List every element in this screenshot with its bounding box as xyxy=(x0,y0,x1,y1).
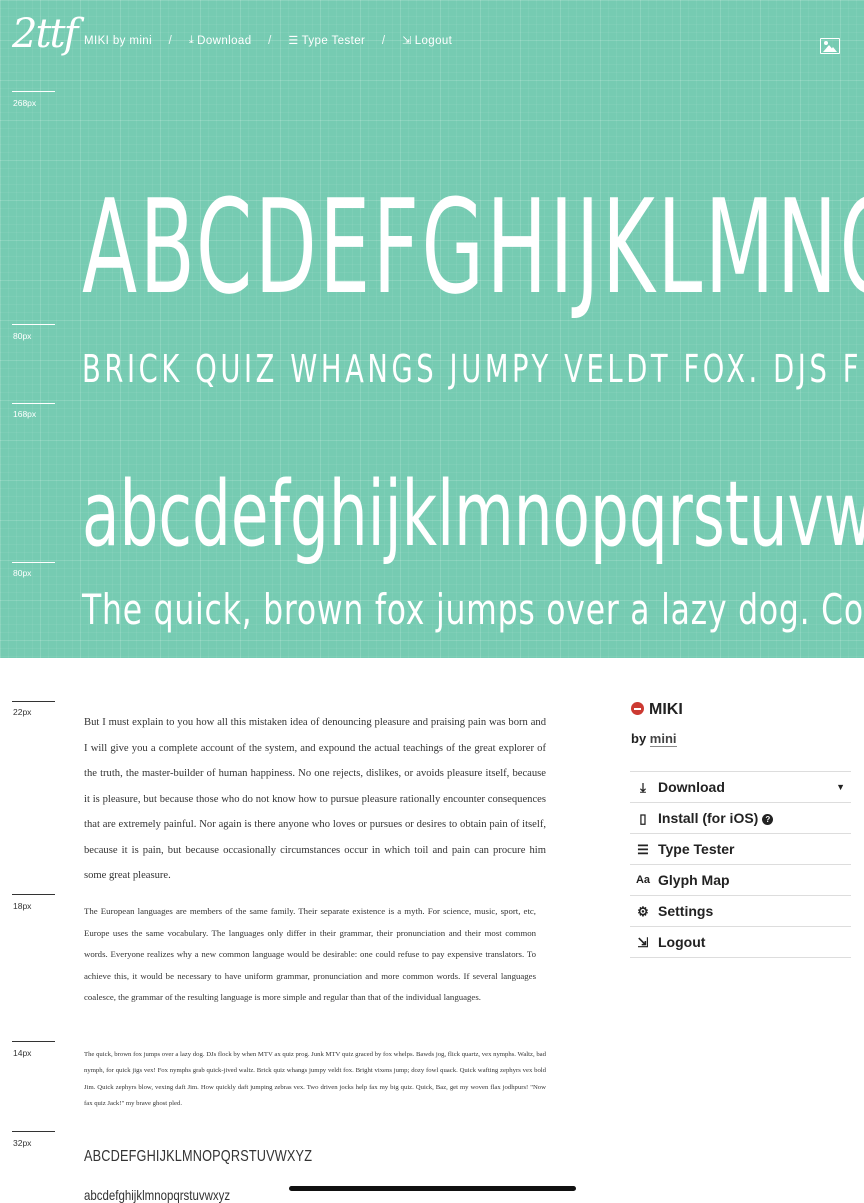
sidebar-item-glyph-map[interactable]: Aa Glyph Map xyxy=(630,865,851,896)
hero-sample-pangram-caps: BRICK QUIZ WHANGS JUMPY VELDT FOX. DJS F… xyxy=(82,347,864,391)
image-icon[interactable] xyxy=(820,38,840,54)
remove-icon[interactable] xyxy=(631,702,644,715)
size-label: 80px xyxy=(13,331,32,341)
size-rule xyxy=(12,701,55,702)
size-label: 22px xyxy=(13,707,32,717)
phone-icon: ▯ xyxy=(639,811,647,826)
sidebar-item-label: Settings xyxy=(658,903,714,919)
sidebar-item-label: Type Tester xyxy=(658,841,735,857)
size-rule xyxy=(12,1041,55,1042)
size-label: 18px xyxy=(13,901,32,911)
size-label: 14px xyxy=(13,1048,32,1058)
caret-down-icon[interactable]: ▼ xyxy=(836,772,845,803)
font-name: MIKI xyxy=(649,701,683,718)
logout-icon: ⇲ xyxy=(402,35,412,47)
sidebar-item-label: Download xyxy=(658,779,725,795)
sidebar-item-install-ios[interactable]: ▯ Install (for iOS)? xyxy=(630,803,851,834)
home-indicator[interactable] xyxy=(289,1186,576,1191)
hero-sample-lowercase: abcdefghijklmnopqrstuvwxyz xyxy=(82,462,864,567)
by-label: by xyxy=(631,731,647,746)
size-label: 168px xyxy=(13,409,37,419)
sample-paragraph-18: The European languages are members of th… xyxy=(84,906,536,1002)
top-nav: MIKI by mini / ⤓ Download / ☰ Type Tester … xyxy=(84,34,452,47)
hero-specimen: 2ttf MIKI by mini / ⤓ Download / ☰ Type Te… xyxy=(0,0,864,658)
sidebar-item-type-tester[interactable]: ☰ Type Tester xyxy=(630,834,851,865)
font-title: MIKI xyxy=(631,701,683,719)
sample-paragraph-22: But I must explain to you how all this m… xyxy=(84,717,546,881)
nav-download-link[interactable]: ⤓ Download xyxy=(189,34,252,47)
image-icon-mountain xyxy=(829,47,837,52)
nav-type-tester-link[interactable]: ☰ Type Tester xyxy=(288,34,366,48)
hero-sample-uppercase: ABCDEFGHIJKLMNOPQRSTUVWXYZ xyxy=(82,171,864,323)
size-rule xyxy=(12,91,55,92)
hero-sample-sentence: The quick, brown fox jumps over a lazy d… xyxy=(82,585,864,634)
font-author: by mini xyxy=(631,731,677,747)
size-label: 268px xyxy=(13,98,37,108)
sample-uppercase-32: ABCDEFGHIJKLMNOPQRSTUVWXYZ xyxy=(84,1148,313,1165)
nav-font-link[interactable]: MIKI by mini xyxy=(84,35,152,47)
size-rule xyxy=(12,894,55,895)
sidebar-item-label: Glyph Map xyxy=(658,872,730,888)
nav-separator: / xyxy=(268,34,272,47)
type-tester-icon: ☰ xyxy=(637,842,649,857)
sample-lowercase-32: abcdefghijklmnopqrstuvwxyz xyxy=(84,1187,231,1203)
sidebar-menu: ⤓ Download ▼ ▯ Install (for iOS)? ☰ Type… xyxy=(630,771,851,958)
size-rule xyxy=(12,562,55,563)
nav-separator: / xyxy=(168,34,173,47)
size-rule xyxy=(12,1131,55,1132)
sidebar-item-logout[interactable]: ⇲ Logout xyxy=(630,927,851,958)
sidebar-item-label: Install (for iOS) xyxy=(658,810,759,826)
glyph-map-icon: Aa xyxy=(635,874,651,886)
logout-icon: ⇲ xyxy=(637,935,649,950)
size-rule xyxy=(12,403,55,404)
sidebar-item-settings[interactable]: ⚙ Settings xyxy=(630,896,851,927)
gear-icon: ⚙ xyxy=(637,904,649,919)
help-icon[interactable]: ? xyxy=(762,814,774,825)
nav-logout-label: Logout xyxy=(414,34,453,47)
author-link[interactable]: mini xyxy=(649,731,677,747)
size-label: 80px xyxy=(13,568,32,578)
nav-separator: / xyxy=(381,34,386,47)
nav-logout-link[interactable]: ⇲ Logout xyxy=(402,34,453,48)
sidebar-item-download[interactable]: ⤓ Download ▼ xyxy=(630,772,851,803)
nav-type-tester-label: Type Tester xyxy=(301,34,366,47)
nav-download-label: Download xyxy=(197,34,252,47)
type-tester-icon: ☰ xyxy=(288,35,299,47)
size-label: 32px xyxy=(13,1138,32,1148)
sample-paragraph-14: The quick, brown fox jumps over a lazy d… xyxy=(84,1051,546,1107)
download-icon: ⤓ xyxy=(640,780,646,795)
sidebar-item-label: Logout xyxy=(658,934,706,950)
site-logo[interactable]: 2ttf xyxy=(12,14,78,54)
size-rule xyxy=(12,324,55,325)
download-icon: ⤓ xyxy=(188,34,195,46)
